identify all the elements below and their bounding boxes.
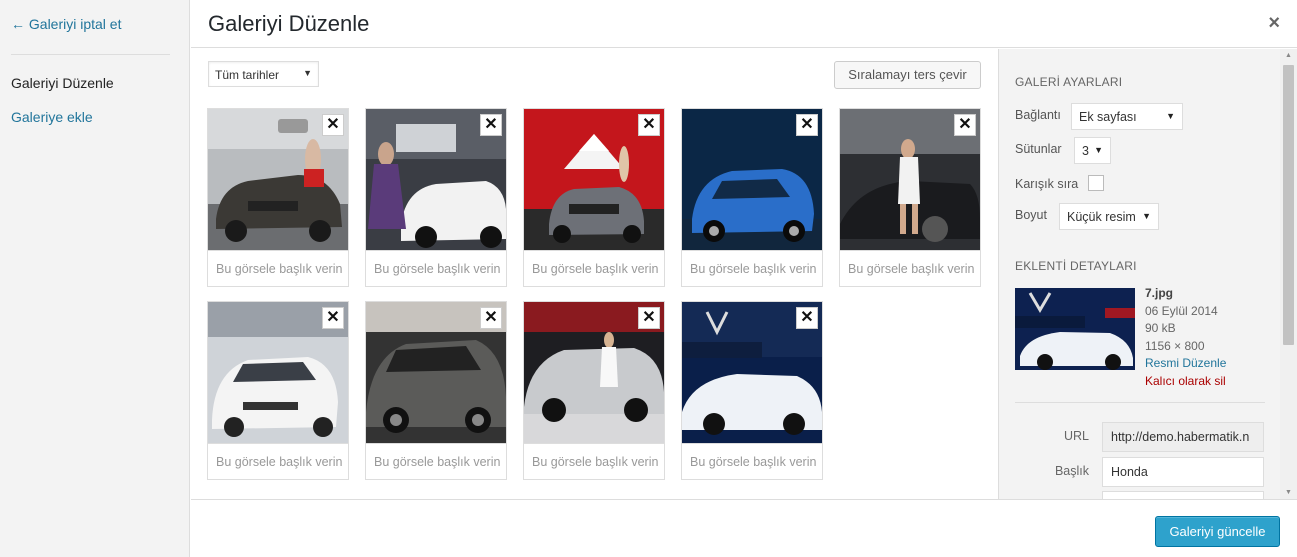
gallery-image[interactable]: ✕ [840, 109, 980, 250]
columns-label: Sütunlar [1015, 142, 1062, 156]
attachment-details-heading: EKLENTİ DETAYLARI [1015, 259, 1137, 273]
edit-image-link[interactable]: Resmi Düzenle [1145, 355, 1226, 373]
caption-input[interactable]: Bu görsele başlık verin [524, 443, 664, 479]
url-field[interactable]: http://demo.habermatik.n [1102, 422, 1264, 452]
caption-input[interactable]: Bu görsele başlık verin [840, 250, 980, 286]
gallery-image[interactable]: ✕ [366, 302, 506, 443]
menu-divider [11, 54, 170, 55]
gallery-item[interactable]: ✕ Bu görsele başlık verin [207, 301, 349, 480]
media-menu: ← Galeriyi iptal et Galeriyi Düzenle Gal… [0, 0, 190, 557]
gallery-item[interactable]: ✕ Bu görsele başlık verin [681, 108, 823, 287]
size-select-value: Küçük resim [1067, 210, 1136, 224]
title-label: Başlık [1054, 464, 1089, 478]
gallery-item[interactable]: ✕ Bu görsele başlık verin [681, 301, 823, 480]
size-label: Boyut [1015, 208, 1047, 222]
remove-icon[interactable]: ✕ [480, 307, 502, 329]
caption-input[interactable]: Bu görsele başlık verin [524, 250, 664, 286]
caption-input[interactable]: Bu görsele başlık verin [208, 250, 348, 286]
update-gallery-button[interactable]: Galeriyi güncelle [1155, 516, 1280, 547]
attachment-filesize: 90 kB [1145, 321, 1176, 335]
gallery-image[interactable]: ✕ [682, 302, 822, 443]
gallery-item[interactable]: ✕ Bu görsele başlık verin [839, 108, 981, 287]
gallery-image[interactable]: ✕ [682, 109, 822, 250]
date-filter-select[interactable]: Tüm tarihler ▼ [208, 61, 319, 87]
scroll-up-icon[interactable]: ▲ [1285, 52, 1292, 59]
caption-input[interactable]: Bu görsele başlık verin [682, 443, 822, 479]
caption-input[interactable]: Bu görsele başlık verin [366, 443, 506, 479]
remove-icon[interactable]: ✕ [954, 114, 976, 136]
link-select-value: Ek sayfası [1079, 110, 1137, 124]
gallery-image[interactable]: ✕ [524, 302, 664, 443]
modal-footer: Galeriyi güncelle [191, 499, 1297, 557]
remove-icon[interactable]: ✕ [638, 307, 660, 329]
attachment-thumbnail [1015, 288, 1135, 370]
remove-icon[interactable]: ✕ [796, 307, 818, 329]
gallery-item[interactable]: ✕ Bu görsele başlık verin [365, 108, 507, 287]
gallery-item[interactable]: ✕ Bu görsele başlık verin [523, 108, 665, 287]
gallery-image[interactable]: ✕ [524, 109, 664, 250]
title-field[interactable]: Honda [1102, 457, 1264, 487]
reverse-order-button[interactable]: Sıralamayı ters çevir [834, 61, 981, 89]
gallery-image[interactable]: ✕ [208, 302, 348, 443]
attachment-info: 7.jpg 06 Eylül 2014 90 kB 1156 × 800 Res… [1145, 285, 1226, 390]
columns-select-value: 3 [1082, 144, 1089, 158]
date-filter-value: Tüm tarihler [215, 68, 280, 82]
modal-header: Galeriyi Düzenle × [191, 0, 1297, 48]
caption-input[interactable]: Bu görsele başlık verin [682, 250, 822, 286]
caption-input[interactable]: Bu görsele başlık verin [366, 250, 506, 286]
gallery-item[interactable]: ✕ Bu görsele başlık verin [207, 108, 349, 287]
caption-input[interactable]: Bu görsele başlık verin [208, 443, 348, 479]
remove-icon[interactable]: ✕ [796, 114, 818, 136]
sidebar-scrollbar[interactable]: ▲ ▼ [1280, 49, 1297, 499]
link-label: Bağlantı [1015, 108, 1061, 122]
cancel-gallery-link[interactable]: ← Galeriyi iptal et [11, 16, 121, 32]
gallery-settings-sidebar: GALERİ AYARLARI Bağlantı Ek sayfası ▼ Sü… [998, 49, 1297, 499]
url-label: URL [1063, 429, 1089, 443]
random-order-label: Karışık sıra [1015, 177, 1079, 191]
page-title: Galeriyi Düzenle [208, 11, 370, 36]
chevron-down-icon: ▼ [1142, 211, 1151, 221]
attachment-dimensions: 1156 × 800 [1145, 338, 1205, 353]
caption-field[interactable] [1102, 491, 1264, 499]
remove-icon[interactable]: ✕ [638, 114, 660, 136]
gallery-settings-heading: GALERİ AYARLARI [1015, 75, 1123, 89]
close-icon[interactable]: × [1268, 12, 1280, 35]
gallery-image[interactable]: ✕ [366, 109, 506, 250]
random-order-checkbox[interactable] [1088, 175, 1104, 191]
menu-item-edit-gallery[interactable]: Galeriyi Düzenle [11, 75, 114, 91]
gallery-content: Tüm tarihler ▼ Sıralamayı ters çevir ✕ B… [191, 49, 998, 499]
gallery-item[interactable]: ✕ Bu görsele başlık verin [523, 301, 665, 480]
menu-item-add-to-gallery[interactable]: Galeriye ekle [11, 109, 93, 125]
link-select[interactable]: Ek sayfası ▼ [1071, 103, 1183, 130]
scrollbar-thumb[interactable] [1283, 65, 1294, 345]
gallery-item[interactable]: ✕ Bu görsele başlık verin [365, 301, 507, 480]
attachment-filename: 7.jpg [1145, 286, 1174, 300]
scroll-down-icon[interactable]: ▼ [1285, 489, 1292, 496]
delete-permanently-link[interactable]: Kalıcı olarak sil [1145, 373, 1226, 391]
size-select[interactable]: Küçük resim ▼ [1059, 203, 1159, 230]
chevron-down-icon: ▼ [1094, 145, 1103, 155]
remove-icon[interactable]: ✕ [322, 307, 344, 329]
attachment-date: 06 Eylül 2014 [1145, 303, 1218, 318]
chevron-down-icon: ▼ [1166, 111, 1175, 121]
remove-icon[interactable]: ✕ [480, 114, 502, 136]
gallery-image[interactable]: ✕ [208, 109, 348, 250]
sidebar-divider [1015, 402, 1265, 403]
columns-select[interactable]: 3 ▼ [1074, 137, 1111, 164]
remove-icon[interactable]: ✕ [322, 114, 344, 136]
chevron-down-icon: ▼ [303, 68, 312, 78]
